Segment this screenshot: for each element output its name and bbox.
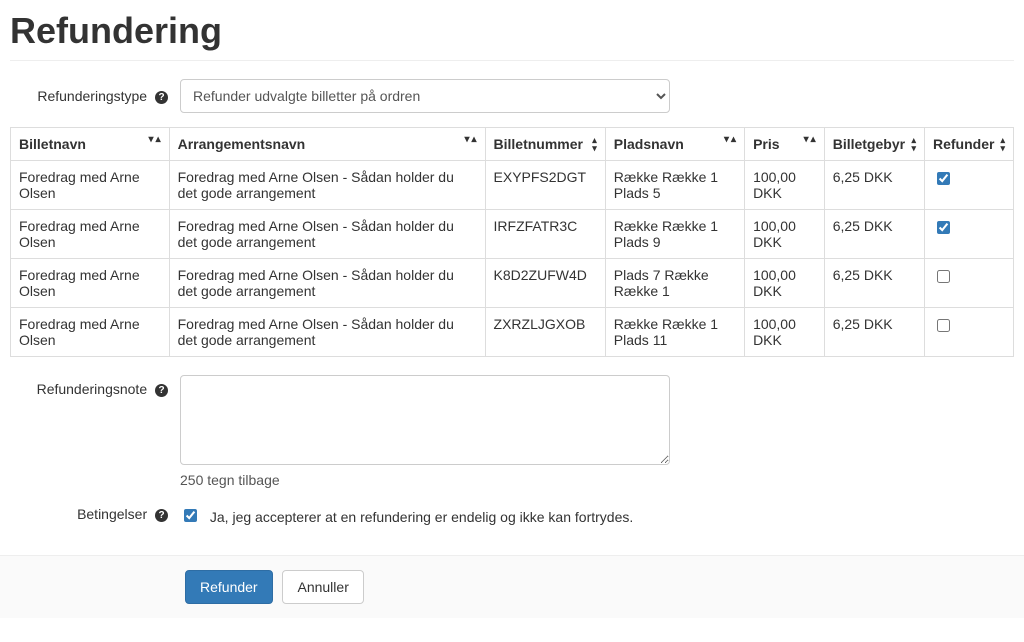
refund-type-label: Refunderingstype ? — [10, 88, 180, 104]
sort-icon[interactable]: ▾▴ — [464, 136, 476, 144]
col-header-ticket-number-text: Billetnummer — [494, 136, 583, 152]
refund-type-select[interactable]: Refunder udvalgte billetter på ordren — [180, 79, 670, 113]
refund-note-row: Refunderingsnote ? 250 tegn tilbage — [10, 375, 1014, 488]
col-header-seat-text: Pladsnavn — [614, 136, 684, 152]
cell-refund — [924, 259, 1013, 308]
cell-fee: 6,25 DKK — [824, 308, 924, 357]
col-header-ticket-name-text: Billetnavn — [19, 136, 86, 152]
refund-row-checkbox[interactable] — [937, 270, 950, 283]
cell-ticket_name: Foredrag med Arne Olsen — [11, 161, 170, 210]
cell-price: 100,00 DKK — [745, 259, 825, 308]
question-icon[interactable]: ? — [155, 384, 168, 397]
footer-bar: Refunder Annuller — [0, 555, 1024, 618]
sort-icon[interactable]: ▾▴ — [804, 136, 816, 144]
table-row: Foredrag med Arne OlsenForedrag med Arne… — [11, 308, 1014, 357]
question-icon[interactable]: ? — [155, 509, 168, 522]
col-header-arrangement-text: Arrangementsnavn — [178, 136, 306, 152]
cell-seat: Plads 7 Række Række 1 — [605, 259, 744, 308]
col-header-seat[interactable]: Pladsnavn ▾▴ — [605, 128, 744, 161]
refund-note-label-text: Refunderingsnote — [37, 381, 148, 397]
cell-arrangement: Foredrag med Arne Olsen - Sådan holder d… — [169, 161, 485, 210]
cancel-button[interactable]: Annuller — [282, 570, 363, 604]
cell-fee: 6,25 DKK — [824, 259, 924, 308]
cell-fee: 6,25 DKK — [824, 161, 924, 210]
sort-icon[interactable]: ▴▾ — [911, 136, 916, 152]
sort-icon[interactable]: ▴▾ — [1000, 136, 1005, 152]
terms-text: Ja, jeg accepterer at en refundering er … — [210, 509, 633, 525]
cell-fee: 6,25 DKK — [824, 210, 924, 259]
refund-row-checkbox[interactable] — [937, 319, 950, 332]
terms-label: Betingelser ? — [10, 506, 180, 522]
cell-arrangement: Foredrag med Arne Olsen - Sådan holder d… — [169, 259, 485, 308]
refund-row-checkbox[interactable] — [937, 172, 950, 185]
col-header-fee[interactable]: Billetgebyr ▴▾ — [824, 128, 924, 161]
cell-arrangement: Foredrag med Arne Olsen - Sådan holder d… — [169, 210, 485, 259]
cell-ticket_name: Foredrag med Arne Olsen — [11, 308, 170, 357]
cell-price: 100,00 DKK — [745, 210, 825, 259]
cell-seat: Række Række 1 Plads 9 — [605, 210, 744, 259]
col-header-ticket-number[interactable]: Billetnummer ▴▾ — [485, 128, 605, 161]
cell-refund — [924, 210, 1013, 259]
cell-seat: Række Række 1 Plads 5 — [605, 161, 744, 210]
terms-label-text: Betingelser — [77, 506, 147, 522]
cell-price: 100,00 DKK — [745, 308, 825, 357]
sort-icon[interactable]: ▾▴ — [149, 136, 161, 144]
cell-ticket_number: IRFZFATR3C — [485, 210, 605, 259]
cell-ticket_name: Foredrag med Arne Olsen — [11, 210, 170, 259]
cell-seat: Række Række 1 Plads 11 — [605, 308, 744, 357]
refund-row-checkbox[interactable] — [937, 221, 950, 234]
col-header-price-text: Pris — [753, 136, 779, 152]
page-title: Refundering — [10, 10, 1014, 61]
cell-refund — [924, 161, 1013, 210]
col-header-price[interactable]: Pris ▾▴ — [745, 128, 825, 161]
note-char-counter: 250 tegn tilbage — [180, 472, 670, 488]
refund-type-row: Refunderingstype ? Refunder udvalgte bil… — [10, 79, 1014, 113]
refund-note-label: Refunderingsnote ? — [10, 375, 180, 397]
refund-button[interactable]: Refunder — [185, 570, 273, 604]
table-row: Foredrag med Arne OlsenForedrag med Arne… — [11, 259, 1014, 308]
cell-arrangement: Foredrag med Arne Olsen - Sådan holder d… — [169, 308, 485, 357]
cell-ticket_number: ZXRZLJGXOB — [485, 308, 605, 357]
refund-note-input[interactable] — [180, 375, 670, 465]
cell-refund — [924, 308, 1013, 357]
col-header-arrangement[interactable]: Arrangementsnavn ▾▴ — [169, 128, 485, 161]
refund-type-label-text: Refunderingstype — [37, 88, 147, 104]
col-header-refund-text: Refunder — [933, 136, 994, 152]
col-header-fee-text: Billetgebyr — [833, 136, 905, 152]
col-header-ticket-name[interactable]: Billetnavn ▾▴ — [11, 128, 170, 161]
table-row: Foredrag med Arne OlsenForedrag med Arne… — [11, 210, 1014, 259]
cell-ticket_number: EXYPFS2DGT — [485, 161, 605, 210]
tickets-table: Billetnavn ▾▴ Arrangementsnavn ▾▴ Billet… — [10, 127, 1014, 357]
terms-checkbox[interactable] — [184, 509, 197, 522]
question-icon[interactable]: ? — [155, 91, 168, 104]
sort-icon[interactable]: ▾▴ — [724, 136, 736, 144]
sort-icon[interactable]: ▴▾ — [592, 136, 597, 152]
terms-row: Betingelser ? Ja, jeg accepterer at en r… — [10, 506, 1014, 525]
cell-ticket_number: K8D2ZUFW4D — [485, 259, 605, 308]
col-header-refund[interactable]: Refunder ▴▾ — [924, 128, 1013, 161]
cell-price: 100,00 DKK — [745, 161, 825, 210]
table-row: Foredrag med Arne OlsenForedrag med Arne… — [11, 161, 1014, 210]
cell-ticket_name: Foredrag med Arne Olsen — [11, 259, 170, 308]
